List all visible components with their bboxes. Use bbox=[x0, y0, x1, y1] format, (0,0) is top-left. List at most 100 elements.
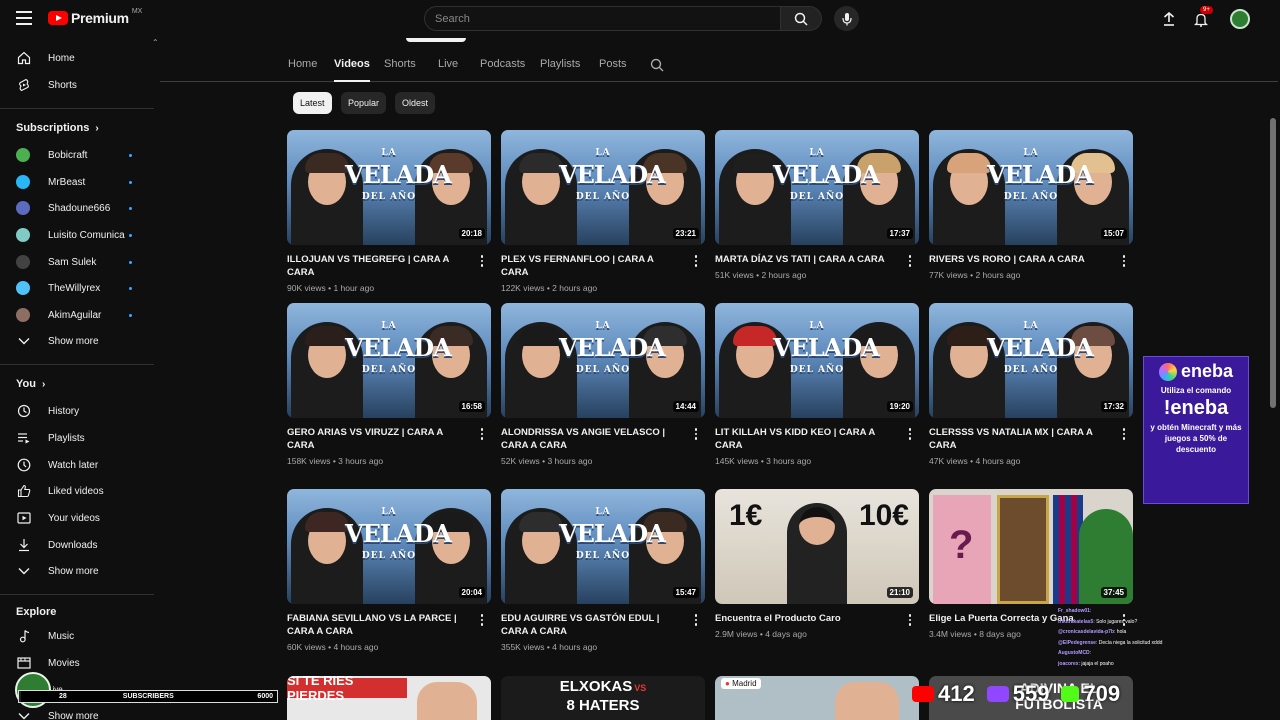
notifications-button[interactable]: 9+ bbox=[1190, 6, 1213, 30]
video-duration: 20:04 bbox=[458, 587, 485, 598]
sidebar-item-music[interactable]: Music bbox=[0, 623, 154, 649]
explore-heading: Explore bbox=[16, 606, 56, 618]
more-actions-icon[interactable] bbox=[905, 427, 915, 441]
kick-viewer-count: 709 bbox=[1083, 681, 1121, 706]
sidebar-sub-shadoune666[interactable]: Shadoune666 bbox=[0, 195, 154, 221]
tab-shorts[interactable]: Shorts bbox=[384, 58, 416, 82]
video-card[interactable]: LA VELADA DEL AÑO 20:04 FABIANA SEVILLANO VS… bbox=[287, 489, 491, 652]
video-title[interactable]: CLERSSS VS NATALIA MX | CARA A CARA bbox=[929, 426, 1109, 452]
sidebar-item-downloads[interactable]: Downloads bbox=[0, 532, 154, 558]
video-thumbnail[interactable]: LA VELADA DEL AÑO 19:20 bbox=[715, 303, 919, 418]
video-thumbnail[interactable]: LA VELADA DEL AÑO 20:18 bbox=[287, 130, 491, 245]
video-title[interactable]: LIT KILLAH VS KIDD KEO | CARA A CARA bbox=[715, 426, 895, 452]
chip-latest[interactable]: Latest bbox=[293, 92, 332, 114]
chat-username: @cronicasdelavida-p7b bbox=[1058, 629, 1115, 635]
sidebar-item-your-videos[interactable]: Your videos bbox=[0, 505, 154, 531]
video-card[interactable]: LA VELADA DEL AÑO 14:44 ALONDRISSA VS ANGIE … bbox=[501, 303, 705, 466]
tab-podcasts[interactable]: Podcasts bbox=[480, 58, 525, 82]
you-heading[interactable]: You › bbox=[16, 378, 45, 390]
you-show-more[interactable]: Show more bbox=[0, 558, 154, 584]
video-title[interactable]: GERO ARIAS VS VIRUZZ | CARA A CARA bbox=[287, 426, 467, 452]
subscriptions-heading[interactable]: Subscriptions › bbox=[16, 122, 99, 134]
video-card[interactable]: LA VELADA DEL AÑO 15:47 EDU AGUIRRE VS GASTÓ… bbox=[501, 489, 705, 652]
sidebar-item-label: Sam Sulek bbox=[48, 256, 97, 268]
video-title[interactable]: FABIANA SEVILLANO VS LA PARCE | CARA A C… bbox=[287, 612, 467, 638]
video-thumbnail[interactable]: ? 37:45 bbox=[929, 489, 1133, 604]
more-actions-icon[interactable] bbox=[905, 254, 915, 268]
sidebar-item-liked-videos[interactable]: Liked videos bbox=[0, 478, 154, 504]
sidebar-item-movies[interactable]: Movies bbox=[0, 650, 154, 676]
video-title[interactable]: EDU AGUIRRE VS GASTÓN EDUL | CARA A CARA bbox=[501, 612, 681, 638]
sidebar-sub-luisito[interactable]: Luisito Comunica bbox=[0, 222, 154, 248]
video-card[interactable]: LA VELADA DEL AÑO 17:32 CLERSSS VS NATALIA M… bbox=[929, 303, 1133, 466]
video-card[interactable]: LA VELADA DEL AÑO 19:20 LIT KILLAH VS KIDD K… bbox=[715, 303, 919, 466]
chip-oldest[interactable]: Oldest bbox=[395, 92, 436, 114]
search-input[interactable]: Search bbox=[424, 6, 781, 31]
tab-playlists[interactable]: Playlists bbox=[540, 58, 580, 82]
chip-popular[interactable]: Popular bbox=[341, 92, 387, 114]
video-card[interactable]: 1€ 10€ 21:10 Encuentra el Producto Caro 2.9M… bbox=[715, 489, 919, 639]
video-thumbnail[interactable]: LA VELADA DEL AÑO 17:37 bbox=[715, 130, 919, 245]
video-title[interactable]: MARTA DÍAZ VS TATI | CARA A CARA bbox=[715, 253, 895, 266]
video-card[interactable]: LA VELADA DEL AÑO 23:21 PLEX VS FERNANFLOO |… bbox=[501, 130, 705, 293]
video-thumbnail[interactable]: LA VELADA DEL AÑO 23:21 bbox=[501, 130, 705, 245]
video-thumbnail[interactable]: LA VELADA DEL AÑO 14:44 bbox=[501, 303, 705, 418]
more-actions-icon[interactable] bbox=[691, 254, 701, 268]
page-scrollbar[interactable] bbox=[1270, 118, 1276, 408]
voice-search-button[interactable] bbox=[834, 6, 859, 31]
video-title[interactable]: PLEX VS FERNANFLOO | CARA A CARA bbox=[501, 253, 681, 279]
channel-search-button[interactable] bbox=[650, 58, 664, 82]
tab-videos[interactable]: Videos bbox=[334, 58, 370, 82]
more-actions-icon[interactable] bbox=[1119, 254, 1129, 268]
more-actions-icon[interactable] bbox=[691, 613, 701, 627]
thumbnail-text: VELADA bbox=[987, 160, 1094, 189]
video-duration: 23:21 bbox=[672, 228, 699, 239]
video-thumbnail[interactable]: 1€ 10€ 21:10 bbox=[715, 489, 919, 604]
menu-icon[interactable] bbox=[16, 11, 32, 25]
sidebar-item-home[interactable]: Home bbox=[0, 45, 154, 71]
video-card[interactable]: LA VELADA DEL AÑO 16:58 GERO ARIAS VS VIRUZZ… bbox=[287, 303, 491, 466]
video-thumbnail[interactable]: ELXOKAS VS 8 HATERS bbox=[501, 676, 705, 720]
video-thumbnail[interactable]: LA VELADA DEL AÑO 15:07 bbox=[929, 130, 1133, 245]
more-actions-icon[interactable] bbox=[905, 613, 915, 627]
sidebar-item-playlists[interactable]: Playlists bbox=[0, 425, 154, 451]
search-icon bbox=[794, 12, 808, 26]
sidebar-item-history[interactable]: History bbox=[0, 398, 154, 424]
sidebar-sub-mrbeast[interactable]: MrBeast bbox=[0, 169, 154, 195]
sidebar-sub-samsulek[interactable]: Sam Sulek bbox=[0, 249, 154, 275]
subscriptions-show-more[interactable]: Show more bbox=[0, 328, 154, 354]
search-button[interactable] bbox=[781, 6, 822, 31]
sidebar-item-watch-later[interactable]: Watch later bbox=[0, 452, 154, 478]
tab-home[interactable]: Home bbox=[288, 58, 317, 82]
tab-live[interactable]: Live bbox=[438, 58, 458, 82]
tab-posts[interactable]: Posts bbox=[599, 58, 627, 82]
chat-username: @ElPedegrense bbox=[1058, 639, 1096, 646]
video-thumbnail[interactable]: LA VELADA DEL AÑO 16:58 bbox=[287, 303, 491, 418]
video-metadata: 122K views • 2 hours ago bbox=[501, 283, 598, 293]
video-thumbnail[interactable]: ● Madrid bbox=[715, 676, 919, 720]
more-actions-icon[interactable] bbox=[1119, 427, 1129, 441]
more-actions-icon[interactable] bbox=[477, 613, 487, 627]
sponsor-overlay: eneba Utiliza el comando !eneba y obtén … bbox=[1143, 356, 1249, 504]
more-actions-icon[interactable] bbox=[477, 254, 487, 268]
video-title[interactable]: Encuentra el Producto Caro bbox=[715, 612, 895, 625]
video-card[interactable]: LA VELADA DEL AÑO 20:18 ILLOJUAN VS THEGREFG… bbox=[287, 130, 491, 293]
sidebar-sub-akimaguilar[interactable]: AkimAguilar bbox=[0, 302, 154, 328]
youtube-premium-logo[interactable]: Premium MX bbox=[48, 8, 142, 26]
video-card[interactable]: LA VELADA DEL AÑO 17:37 MARTA DÍAZ VS TATI |… bbox=[715, 130, 919, 280]
more-actions-icon[interactable] bbox=[691, 427, 701, 441]
more-actions-icon[interactable] bbox=[477, 427, 487, 441]
sidebar-sub-bobicraft[interactable]: Bobicraft bbox=[0, 142, 154, 168]
sidebar-item-shorts[interactable]: Shorts bbox=[0, 72, 154, 98]
video-thumbnail[interactable]: LA VELADA DEL AÑO 15:47 bbox=[501, 489, 705, 604]
video-thumbnail[interactable]: LA VELADA DEL AÑO 20:04 bbox=[287, 489, 491, 604]
video-thumbnail[interactable]: LA VELADA DEL AÑO 17:32 bbox=[929, 303, 1133, 418]
video-title[interactable]: ILLOJUAN VS THEGREFG | CARA A CARA bbox=[287, 253, 467, 279]
video-title[interactable]: RIVERS VS RORO | CARA A CARA bbox=[929, 253, 1109, 266]
video-title[interactable]: ALONDRISSA VS ANGIE VELASCO | CARA A CAR… bbox=[501, 426, 681, 452]
sidebar-sub-thewillyrex[interactable]: TheWillyrex bbox=[0, 275, 154, 301]
video-thumbnail[interactable]: SI TE RIES PIERDES bbox=[287, 676, 491, 720]
account-avatar[interactable] bbox=[1230, 9, 1250, 29]
upload-button[interactable] bbox=[1158, 8, 1180, 30]
video-card[interactable]: LA VELADA DEL AÑO 15:07 RIVERS VS RORO | CAR… bbox=[929, 130, 1133, 280]
